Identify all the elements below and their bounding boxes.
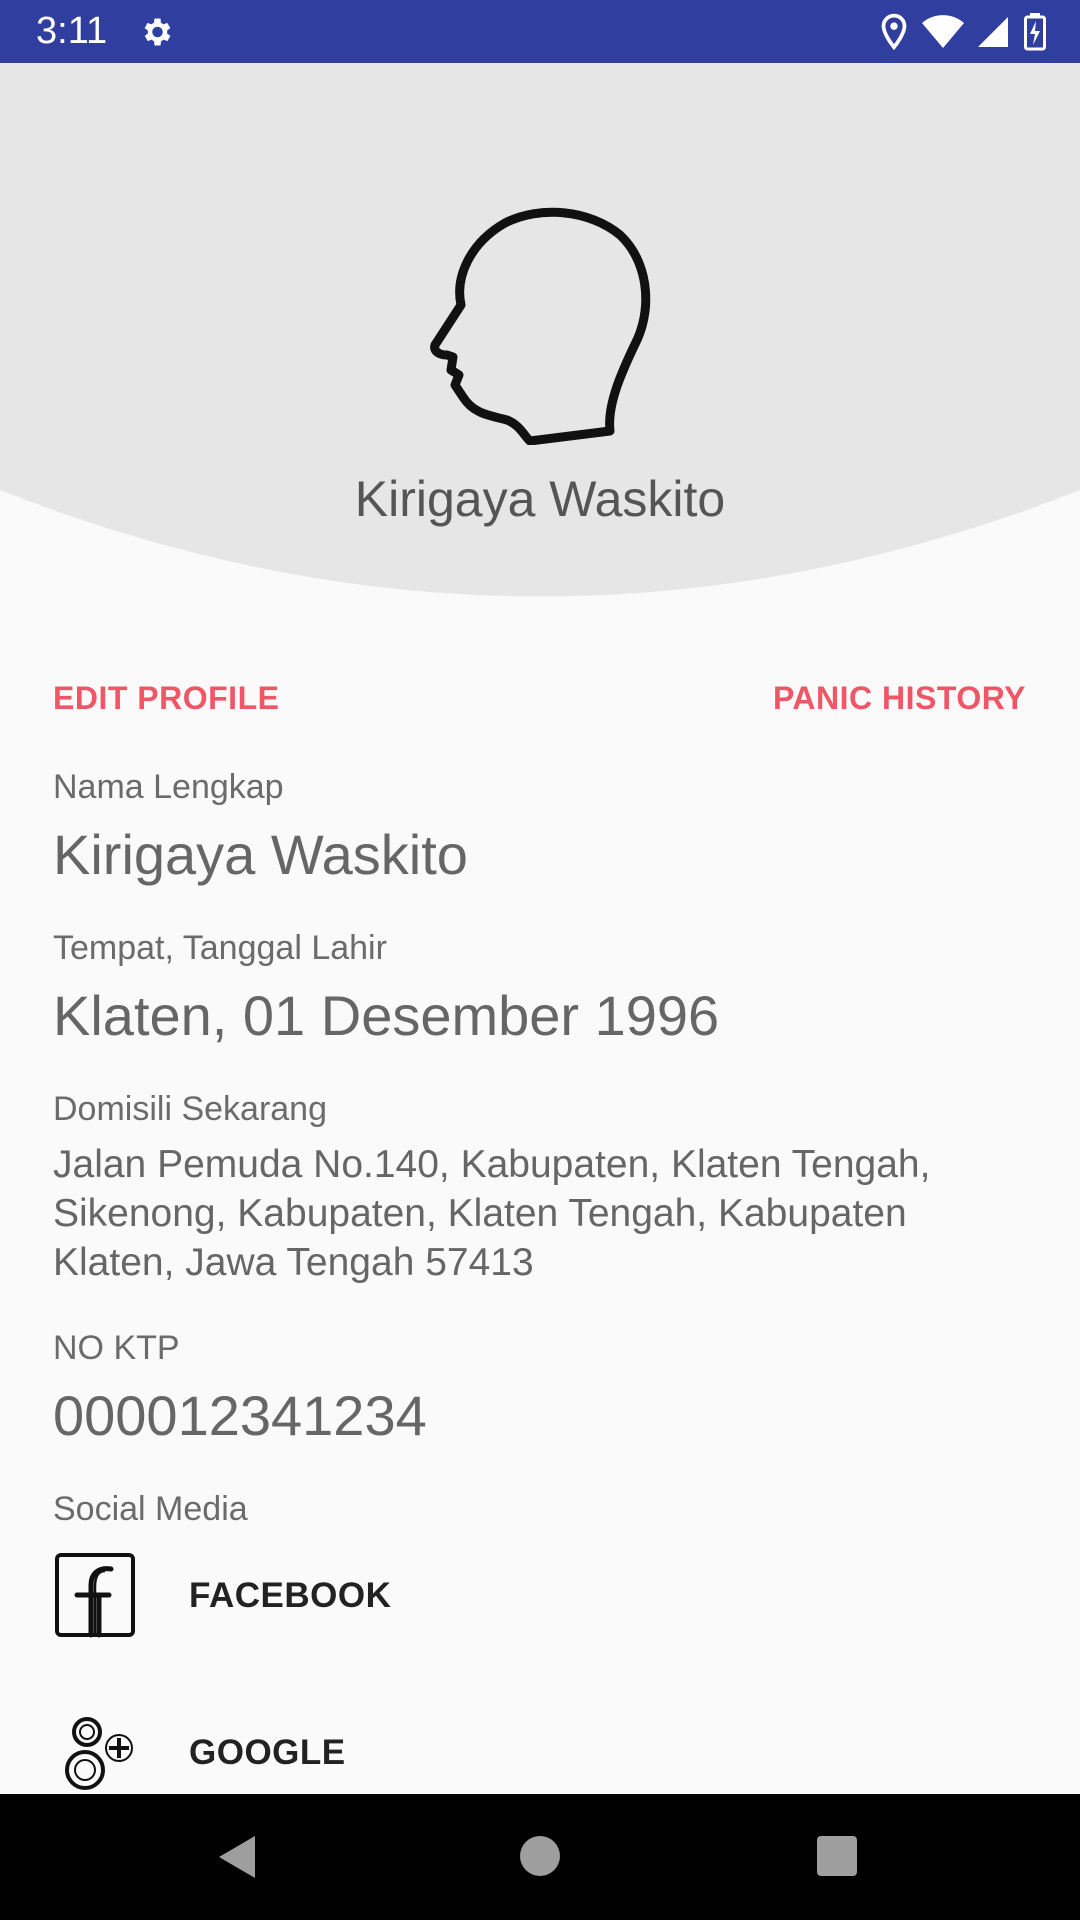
status-bar: 3:11	[0, 0, 1080, 63]
ktp-label: NO KTP	[53, 1329, 180, 1367]
back-icon[interactable]	[215, 1834, 259, 1880]
social-media-label: Social Media	[53, 1490, 248, 1528]
birth-label: Tempat, Tanggal Lahir	[53, 929, 387, 967]
birth-value: Klaten, 01 Desember 1996	[53, 984, 720, 1047]
full-name-label: Nama Lengkap	[53, 768, 284, 806]
google-label: GOOGLE	[189, 1733, 346, 1772]
gear-icon	[144, 18, 171, 46]
ktp-value: 000012341234	[53, 1384, 427, 1447]
edit-profile-button[interactable]: EDIT PROFILE	[53, 680, 279, 717]
full-name-value: Kirigaya Waskito	[53, 823, 468, 886]
battery-charging-icon	[1024, 13, 1046, 51]
facebook-icon	[55, 1553, 135, 1638]
google-plus-icon	[65, 1717, 133, 1790]
facebook-row[interactable]: FACEBOOK	[53, 1551, 391, 1641]
panic-history-button[interactable]: PANIC HISTORY	[773, 680, 1026, 717]
address-label: Domisili Sekarang	[53, 1090, 327, 1128]
signal-icon	[978, 17, 1008, 47]
wifi-icon	[922, 15, 964, 48]
home-icon[interactable]	[520, 1836, 560, 1876]
facebook-label: FACEBOOK	[189, 1576, 392, 1615]
profile-display-name: Kirigaya Waskito	[354, 471, 726, 527]
navigation-bar	[0, 1794, 1080, 1920]
head-silhouette-icon	[430, 207, 651, 445]
recents-icon[interactable]	[817, 1836, 857, 1876]
location-icon	[881, 13, 907, 51]
status-time: 3:11	[36, 10, 108, 52]
address-value: Jalan Pemuda No.140, Kabupaten, Klaten T…	[53, 1143, 931, 1284]
google-row[interactable]: GOOGLE	[53, 1708, 346, 1798]
